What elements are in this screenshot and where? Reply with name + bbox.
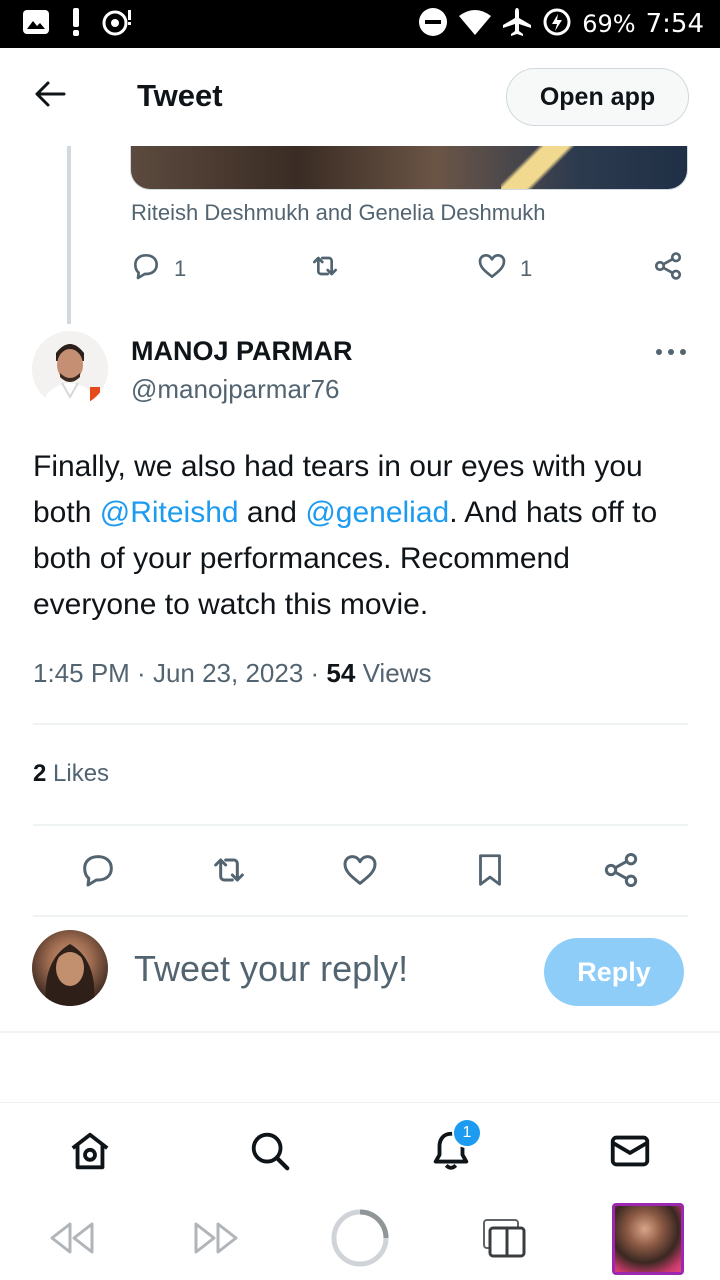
heart-icon xyxy=(476,250,508,288)
share-icon xyxy=(652,250,684,288)
airplane-icon xyxy=(502,7,532,42)
user-avatar-portrait xyxy=(45,944,95,1006)
tweet-text-part: and xyxy=(238,496,306,529)
views-label: Views xyxy=(362,658,432,688)
avatar-portrait xyxy=(32,331,108,407)
reply-count: 1 xyxy=(174,256,187,281)
tweet-date[interactable]: Jun 23, 2023 xyxy=(153,658,303,688)
thread-connector xyxy=(67,146,71,324)
rewind-icon xyxy=(46,1218,98,1263)
browser-reload-button[interactable] xyxy=(330,1208,390,1273)
battery-percent: 69% xyxy=(582,10,636,38)
nav-explore[interactable] xyxy=(246,1129,294,1177)
bottom-navigation xyxy=(0,1102,720,1198)
like-button[interactable] xyxy=(334,846,386,898)
mail-icon xyxy=(607,1128,653,1179)
alert-icon xyxy=(70,7,82,42)
loading-spinner-icon xyxy=(330,1208,390,1273)
wifi-icon xyxy=(458,8,492,41)
bookmark-icon xyxy=(471,850,509,895)
home-icon xyxy=(67,1128,113,1179)
notification-badge: 1 xyxy=(452,1118,482,1148)
dnd-icon xyxy=(418,7,448,42)
likes-label: Likes xyxy=(53,760,110,787)
mention-link[interactable]: @geneliad xyxy=(305,496,449,529)
reply-input[interactable] xyxy=(134,948,514,990)
nav-home[interactable] xyxy=(66,1129,114,1177)
tweet-actions xyxy=(0,846,720,898)
reply-button[interactable] xyxy=(72,846,124,898)
mention-link[interactable]: @Riteishd xyxy=(100,496,239,529)
more-options-button[interactable] xyxy=(652,340,690,364)
divider xyxy=(33,723,688,725)
share-button[interactable] xyxy=(595,846,647,898)
top-header: Tweet Open app xyxy=(0,48,720,146)
open-app-button[interactable]: Open app xyxy=(506,68,689,126)
back-arrow-icon xyxy=(34,80,66,113)
gallery-icon xyxy=(22,9,50,40)
reply-icon xyxy=(130,250,162,288)
tweet-time[interactable]: 1:45 PM xyxy=(33,658,130,688)
tabs-icon xyxy=(480,1216,528,1265)
retweet-action[interactable] xyxy=(308,250,342,288)
share-action[interactable] xyxy=(652,250,684,288)
back-button[interactable] xyxy=(22,70,78,122)
battery-saver-icon xyxy=(542,7,572,42)
likes-count: 2 xyxy=(33,760,47,787)
reply-submit-button[interactable]: Reply xyxy=(544,938,684,1006)
user-avatar[interactable] xyxy=(32,930,108,1006)
media-accent xyxy=(501,146,581,189)
divider xyxy=(0,1031,720,1033)
heart-icon xyxy=(340,850,380,895)
media-caption: Riteish Deshmukh and Genelia Deshmukh xyxy=(131,200,546,225)
divider xyxy=(33,824,688,826)
author-avatar[interactable] xyxy=(32,331,108,407)
browser-tabs-button[interactable] xyxy=(474,1210,534,1270)
status-bar: 69% 7:54 xyxy=(0,0,720,48)
clock: 7:54 xyxy=(645,9,704,39)
tweet-media[interactable] xyxy=(130,146,688,190)
like-action[interactable]: 1 xyxy=(476,250,532,288)
profile-thumbnail[interactable] xyxy=(612,1203,684,1275)
nav-messages[interactable] xyxy=(606,1129,654,1177)
sync-icon xyxy=(102,8,132,41)
likes-stat[interactable]: 2 Likes xyxy=(33,760,109,788)
page-title: Tweet xyxy=(137,78,223,113)
retweet-button[interactable] xyxy=(203,846,255,898)
author-name[interactable]: MANOJ PARMAR xyxy=(131,336,353,367)
like-count: 1 xyxy=(520,256,533,281)
tweet-text: Finally, we also had tears in our eyes w… xyxy=(33,444,693,628)
more-icon xyxy=(655,343,687,361)
views-count: 54 xyxy=(326,658,356,688)
bookmark-button[interactable] xyxy=(464,846,516,898)
reply-icon xyxy=(78,850,118,895)
tweet-metadata: 1:45 PM · Jun 23, 2023 · 54 Views xyxy=(33,658,432,688)
previous-tweet-actions: 1 1 xyxy=(130,250,690,290)
author-handle[interactable]: @manojparmar76 xyxy=(131,374,339,405)
retweet-icon xyxy=(308,250,342,288)
reply-action[interactable]: 1 xyxy=(130,250,186,288)
browser-back-button[interactable] xyxy=(42,1210,102,1270)
search-icon xyxy=(247,1128,293,1179)
browser-forward-button[interactable] xyxy=(186,1210,246,1270)
fast-forward-icon xyxy=(190,1218,242,1263)
share-icon xyxy=(601,850,641,895)
retweet-icon xyxy=(208,850,250,895)
divider xyxy=(33,915,688,917)
